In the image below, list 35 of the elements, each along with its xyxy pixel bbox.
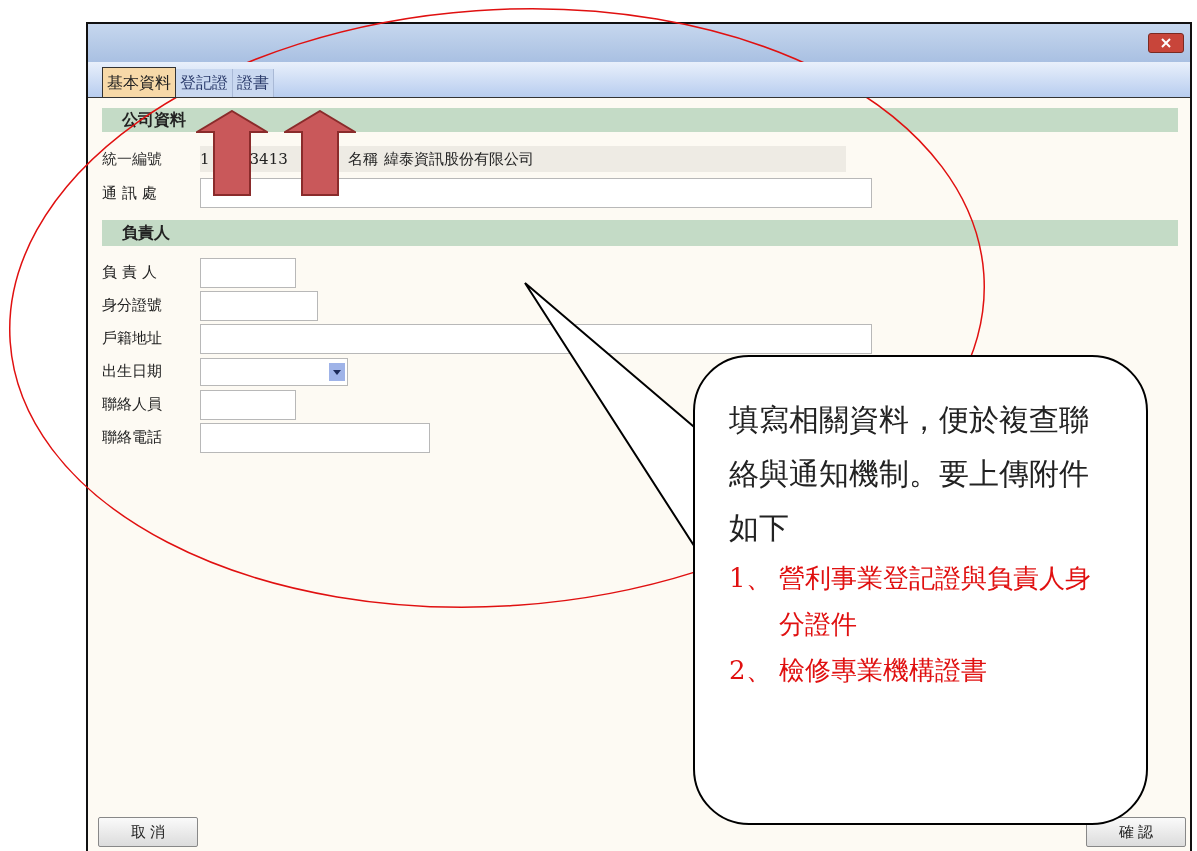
field-label: 出生日期 <box>102 361 163 383</box>
tab[interactable]: 證書 <box>233 69 274 97</box>
field-label: 通 訊 處 <box>102 182 158 204</box>
callout-text: 填寫相關資料，便於複查聯絡與通知機制。要上傳附件 <box>729 401 1090 493</box>
date-dropdown[interactable] <box>200 357 348 386</box>
field-value: 緯泰資訊股份有限公司 <box>383 148 534 170</box>
confirm-button[interactable]: 確 認 <box>1086 817 1186 847</box>
close-icon <box>1161 38 1171 48</box>
field-label: 聯絡人員 <box>102 394 163 416</box>
field-value: 1 <box>200 148 210 170</box>
field-value: 3413 <box>249 148 288 170</box>
input-field[interactable] <box>200 389 296 420</box>
tab[interactable]: 基本資料 <box>102 67 176 97</box>
callout-text: 如下 <box>729 509 790 547</box>
input-field[interactable] <box>200 323 872 354</box>
cancel-button[interactable]: 取 消 <box>98 817 198 847</box>
field-label: 統一編號 <box>102 148 163 170</box>
section-header: 公司資料 <box>102 108 1178 132</box>
section-header: 負責人 <box>102 220 1178 246</box>
input-field[interactable] <box>200 178 872 208</box>
field-label: 負 責 人 <box>102 262 158 284</box>
list-item-text: 檢修專業機構證書 <box>779 654 987 687</box>
field-label: 聯絡電話 <box>102 427 163 449</box>
input-field[interactable] <box>200 290 318 321</box>
list-item-text: 營利事業登記證與負責人身分證件 <box>779 562 1092 641</box>
field-label: 身分證號 <box>102 295 163 317</box>
input-field[interactable] <box>200 257 296 288</box>
field-label: 名稱 <box>347 148 378 170</box>
field-label: 戶籍地址 <box>102 328 163 350</box>
list-number: 1、 <box>729 562 773 595</box>
list-number: 2、 <box>729 654 773 687</box>
caret-icon <box>329 362 345 381</box>
input-field[interactable] <box>200 422 430 453</box>
close-button[interactable] <box>1148 33 1184 53</box>
tab[interactable]: 登記證 <box>176 69 233 97</box>
